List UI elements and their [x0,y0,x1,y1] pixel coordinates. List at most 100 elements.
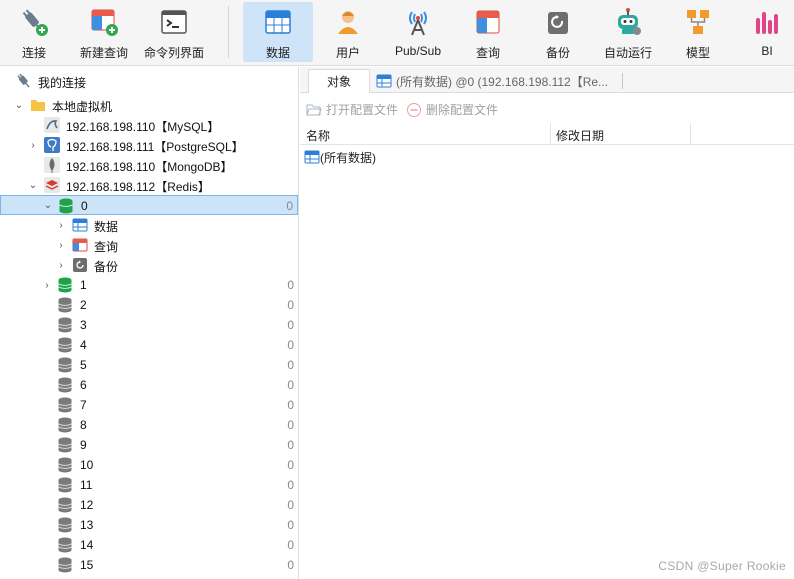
tree-db-item[interactable]: 30 [0,315,298,335]
tree-db-item[interactable]: 20 [0,295,298,315]
user-button[interactable]: 用户 [322,2,374,62]
remove-circle-icon [407,102,421,117]
tree-db-item[interactable]: 10 0 [0,455,298,475]
bi-chart-icon [751,6,783,38]
tree-root-my-connections[interactable]: 我的连接 [0,71,298,91]
plug-add-icon [18,6,50,38]
pubsub-button[interactable]: Pub/Sub [388,2,448,62]
tree-db-item[interactable]: › 1 0 [0,275,298,295]
database-icon [58,377,72,393]
chevron-right-icon[interactable]: › [56,220,66,231]
data-table-icon [72,218,88,232]
column-modified-header[interactable]: 修改日期 [556,127,604,144]
database-icon [58,397,72,413]
tab-all-data[interactable]: (所有数据) @0 (192.168.198.112【Re... [374,69,618,93]
data-table-icon [262,6,294,38]
robot-icon [612,6,644,38]
tree-db-item[interactable]: 14 0 [0,535,298,555]
database-icon [58,337,72,353]
column-name-header[interactable]: 名称 [306,127,330,144]
connect-button[interactable]: 连接 [8,2,60,62]
database-icon [58,477,72,493]
database-icon [58,317,72,333]
automation-button[interactable]: 自动运行 [600,2,656,62]
database-icon [58,537,72,553]
chevron-down-icon[interactable]: ⌄ [14,100,24,111]
tree-db0-data[interactable]: › 数据 [0,215,298,235]
database-green-icon [59,198,73,214]
new-query-icon [88,6,120,38]
backup-button[interactable]: 备份 [532,2,584,62]
column-header: 名称 修改日期 [300,123,794,145]
model-icon [682,6,714,38]
query-button[interactable]: 查询 [462,2,514,62]
main-toolbar: 连接 新建查询 命令列界面 数据 用户 Pub/Sub 查询 备份 自动运行 模… [0,0,794,66]
broadcast-tower-icon [402,6,434,38]
mysql-icon [44,117,60,133]
plug-icon [17,73,30,88]
tree-db0-backup[interactable]: › 备份 [0,255,298,275]
connection-tree: 我的连接 ⌄ 本地虚拟机 192.168.198.110【MySQL】 › 19… [0,67,299,579]
database-icon [58,357,72,373]
tree-connection-postgresql[interactable]: › 192.168.198.111【PostgreSQL】 [0,135,298,155]
tree-db0-query[interactable]: › 查询 [0,235,298,255]
tab-divider [622,73,623,89]
tree-connection-mongodb[interactable]: 192.168.198.110【MongoDB】 [0,155,298,175]
backup-icon [542,6,574,38]
query-icon [72,238,88,252]
tree-db-item[interactable]: 70 [0,395,298,415]
bi-button[interactable]: BI [742,2,792,62]
backup-icon [73,258,87,272]
delete-profile-button[interactable]: 删除配置文件 [406,101,498,118]
tree-db-item[interactable]: 12 0 [0,495,298,515]
data-table-icon [376,74,392,88]
tree-db-item[interactable]: 11 0 [0,475,298,495]
tree-db-item[interactable]: 13 0 [0,515,298,535]
tree-db-item[interactable]: 15 0 [0,555,298,575]
profile-toolbar: 打开配置文件 删除配置文件 [300,97,794,121]
column-divider[interactable] [690,123,691,145]
tree-group-local-vm[interactable]: ⌄ 本地虚拟机 [0,95,298,115]
tree-db-item[interactable]: 40 [0,335,298,355]
chevron-down-icon[interactable]: ⌄ [28,180,38,191]
tree-db-item[interactable]: 80 [0,415,298,435]
tab-bar: 对象 (所有数据) @0 (192.168.198.112【Re... [300,67,794,93]
postgresql-icon [44,137,60,153]
command-line-button[interactable]: 命令列界面 [142,2,206,62]
column-divider[interactable] [550,123,551,145]
chevron-right-icon[interactable]: › [28,140,38,151]
database-icon [58,417,72,433]
tree-db-item[interactable]: 50 [0,355,298,375]
user-icon [332,6,364,38]
tree-db-item[interactable]: 60 [0,375,298,395]
chevron-right-icon[interactable]: › [42,280,52,291]
chevron-right-icon[interactable]: › [56,240,66,251]
object-pane: 对象 (所有数据) @0 (192.168.198.112【Re... 打开配置… [300,67,794,579]
chevron-down-icon[interactable]: ⌄ [43,200,53,211]
folder-icon [31,100,45,111]
mongodb-icon [44,157,60,173]
tree-connection-mysql[interactable]: 192.168.198.110【MySQL】 [0,115,298,135]
toolbar-divider [228,6,229,58]
database-icon [58,557,72,573]
folder-open-icon [306,104,322,115]
tree-db-item[interactable]: 90 [0,435,298,455]
open-profile-button[interactable]: 打开配置文件 [306,101,398,118]
query-icon [472,6,504,38]
data-table-icon [304,150,320,164]
model-button[interactable]: 模型 [672,2,724,62]
database-icon [58,437,72,453]
redis-icon [44,177,60,193]
watermark-text: CSDN @Super Rookie [658,559,786,573]
tree-db-0[interactable]: ⌄ 0 0 [0,195,298,215]
database-icon [58,497,72,513]
tab-objects[interactable]: 对象 [308,69,370,93]
database-icon [58,517,72,533]
data-button[interactable]: 数据 [243,2,313,62]
new-query-button[interactable]: 新建查询 [76,2,132,62]
list-item-all-data[interactable]: (所有数据) [304,147,376,167]
chevron-right-icon[interactable]: › [56,260,66,271]
database-icon [58,277,72,293]
database-icon [58,297,72,313]
tree-connection-redis[interactable]: ⌄ 192.168.198.112【Redis】 [0,175,298,195]
